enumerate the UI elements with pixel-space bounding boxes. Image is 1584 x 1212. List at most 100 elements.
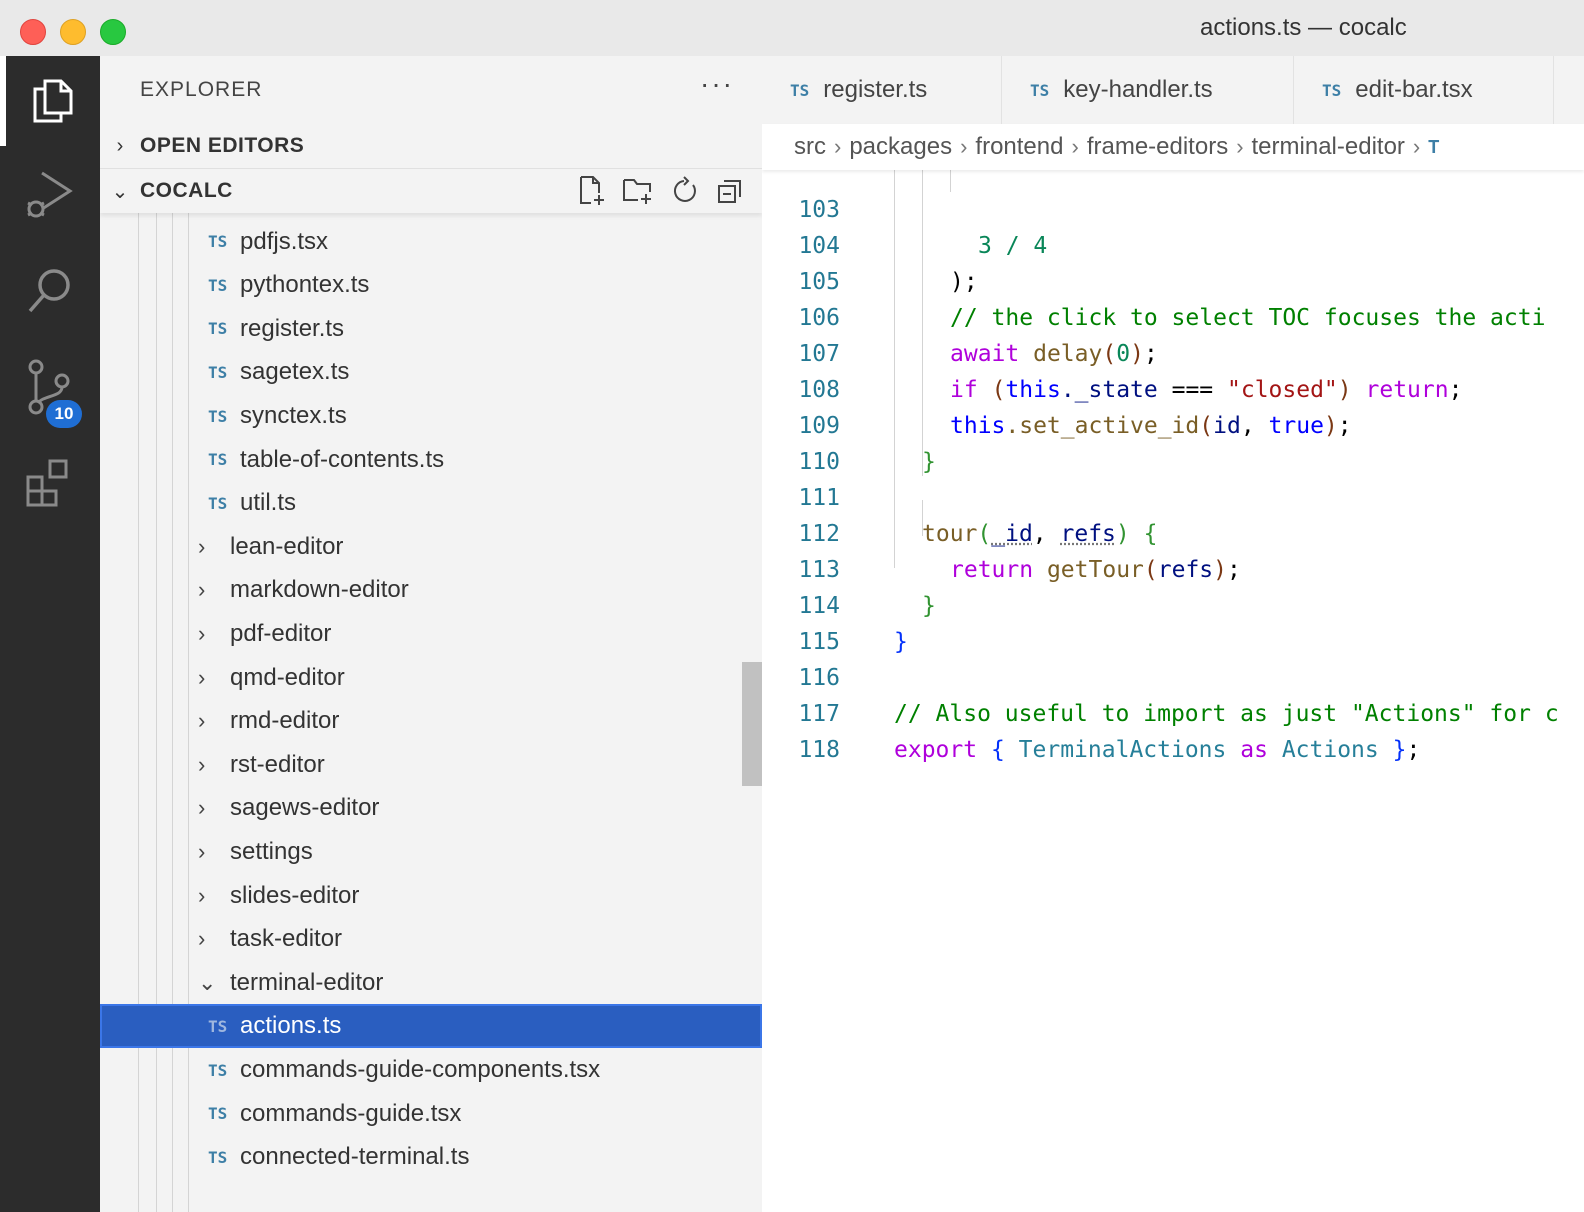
typescript-file-icon: TS: [208, 1060, 228, 1080]
collapse-all-icon[interactable]: [714, 175, 746, 207]
tree-file[interactable]: TS commands-guide.tsx: [100, 1092, 762, 1136]
search-activity-button[interactable]: [0, 248, 100, 338]
typescript-file-icon: TS: [208, 319, 228, 339]
tree-item-label: lean-editor: [230, 532, 344, 560]
editor-area: TS register.ts TS key-handler.ts TS edit…: [762, 56, 1584, 1212]
tree-item-label: pdfjs.tsx: [240, 227, 329, 255]
typescript-file-icon: TS: [208, 1016, 228, 1036]
code-line: 113 }: [762, 516, 1584, 619]
tree-folder[interactable]: › slides-editor: [100, 874, 762, 918]
breadcrumb: src › packages › frontend › frame-editor…: [762, 124, 1584, 170]
tree-item-label: actions.ts: [240, 1012, 342, 1040]
tree-folder[interactable]: › settings: [100, 830, 762, 874]
code-line: 105 // the click to select TOC focuses t…: [762, 228, 1584, 331]
tree-folder[interactable]: ⌄ terminal-editor: [100, 961, 762, 1005]
files-icon: [29, 73, 77, 130]
explorer-activity-button[interactable]: [0, 56, 100, 146]
tree-item-label: settings: [230, 838, 313, 865]
workspace-section-header[interactable]: ⌄ COCALC: [100, 169, 762, 213]
tree-item-label: commands-guide.tsx: [240, 1099, 462, 1127]
tree-file[interactable]: TS synctex.ts: [100, 394, 762, 438]
chevron-right-icon: ›: [198, 533, 206, 559]
tree-file[interactable]: TS register.ts: [100, 307, 762, 351]
code-line: 108 this.set_active_id(id, true);: [762, 336, 1584, 439]
chevron-right-icon: ›: [198, 926, 206, 952]
tab-label: edit-bar.tsx: [1355, 76, 1473, 103]
breadcrumb-item[interactable]: packages: [849, 133, 952, 161]
chevron-right-icon: ›: [198, 621, 206, 646]
open-editors-section-header[interactable]: › OPEN EDITORS: [100, 124, 762, 169]
code-line: 104 );: [762, 192, 1584, 295]
tree-folder[interactable]: › sagews-editor: [100, 786, 762, 830]
tree-file[interactable]: TS pdfjs.tsx: [100, 220, 762, 264]
typescript-file-icon: TS: [208, 362, 228, 382]
typescript-file-icon: TS: [208, 1104, 228, 1124]
typescript-file-icon: TS: [208, 275, 228, 295]
tree-folder[interactable]: › lean-editor: [100, 525, 762, 569]
explorer-sidebar: EXPLORER ··· › OPEN EDITORS ⌄ COCALC TS …: [100, 56, 762, 1212]
run-debug-activity-button[interactable]: [0, 152, 100, 242]
tree-folder[interactable]: › rmd-editor: [100, 699, 762, 743]
code-line: 110: [762, 408, 1584, 475]
code-token: TerminalActions: [1018, 737, 1227, 763]
code-line: 114 }: [762, 552, 1584, 655]
refresh-icon[interactable]: [668, 175, 700, 207]
workspace-label: COCALC: [140, 179, 233, 202]
tree-file[interactable]: TS commands-guide-components.tsx: [100, 1048, 762, 1092]
typescript-file-icon: TS: [1322, 80, 1342, 100]
tree-item-label: commands-guide-components.tsx: [240, 1056, 601, 1083]
code-line: 106 await delay(0);: [762, 264, 1584, 367]
typescript-file-icon: TS: [208, 450, 228, 470]
typescript-file-icon: TS: [790, 80, 810, 100]
tree-folder[interactable]: › markdown-editor: [100, 568, 762, 612]
tree-folder[interactable]: › pdf-editor: [100, 612, 762, 656]
tab-register[interactable]: TS register.ts: [762, 56, 1002, 124]
breadcrumb-item[interactable]: terminal-editor: [1252, 133, 1405, 161]
tree-item-label: pdf-editor: [230, 620, 332, 647]
tab-key-handler[interactable]: TS key-handler.ts: [1002, 56, 1294, 124]
tree-file[interactable]: TS sagetex.ts: [100, 350, 762, 394]
sidebar-scrollbar[interactable]: [742, 662, 762, 786]
source-control-activity-button[interactable]: 10: [0, 344, 100, 434]
tree-folder[interactable]: › task-editor: [100, 917, 762, 961]
close-window-button[interactable]: [20, 19, 46, 45]
tab-edit-bar[interactable]: TS edit-bar.tsx: [1294, 56, 1554, 124]
new-folder-icon[interactable]: [622, 175, 654, 207]
breadcrumb-item[interactable]: T: [1428, 137, 1439, 158]
code-token: Actions: [1281, 737, 1379, 763]
typescript-file-icon: TS: [208, 493, 228, 513]
activity-bar: 10: [0, 56, 100, 1212]
tree-file[interactable]: TS pythontex.ts: [100, 263, 762, 307]
tree-item-label: table-of-contents.ts: [240, 445, 445, 473]
breadcrumb-item[interactable]: frame-editors: [1087, 133, 1228, 161]
tree-item-label: rst-editor: [230, 750, 325, 778]
chevron-right-icon: ›: [198, 664, 206, 690]
chevron-right-icon: ›: [198, 577, 206, 603]
chevron-right-icon: ›: [198, 751, 206, 777]
typescript-file-icon: TS: [208, 406, 228, 426]
tab-label: register.ts: [823, 76, 928, 103]
tree-folder[interactable]: › rst-editor: [100, 743, 762, 787]
minimize-window-button[interactable]: [60, 19, 86, 45]
tree-file[interactable]: TS actions.ts: [100, 1004, 762, 1049]
breadcrumb-item[interactable]: src: [794, 133, 826, 161]
tree-file[interactable]: TS connected-terminal.ts: [100, 1135, 762, 1179]
tree-item-label: rmd-editor: [230, 707, 340, 735]
run-debug-icon: [22, 167, 78, 228]
code-line: 109 }: [762, 372, 1584, 475]
extensions-activity-button[interactable]: [0, 440, 100, 530]
new-file-icon[interactable]: [576, 175, 608, 207]
typescript-file-icon: TS: [1030, 80, 1050, 100]
tree-item-label: terminal-editor: [230, 968, 384, 996]
search-icon: [24, 265, 76, 322]
maximize-window-button[interactable]: [100, 19, 126, 45]
code-token: as: [1240, 737, 1268, 763]
chevron-right-icon: ›: [198, 882, 206, 908]
tree-file[interactable]: TS table-of-contents.ts: [100, 438, 762, 482]
breadcrumb-item[interactable]: frontend: [975, 133, 1063, 161]
more-actions-icon[interactable]: ···: [700, 68, 734, 100]
tree-folder[interactable]: › qmd-editor: [100, 656, 762, 700]
chevron-right-icon: ›: [198, 708, 206, 734]
tree-file[interactable]: TS util.ts: [100, 481, 762, 525]
tree-item-label: connected-terminal.ts: [240, 1143, 470, 1171]
